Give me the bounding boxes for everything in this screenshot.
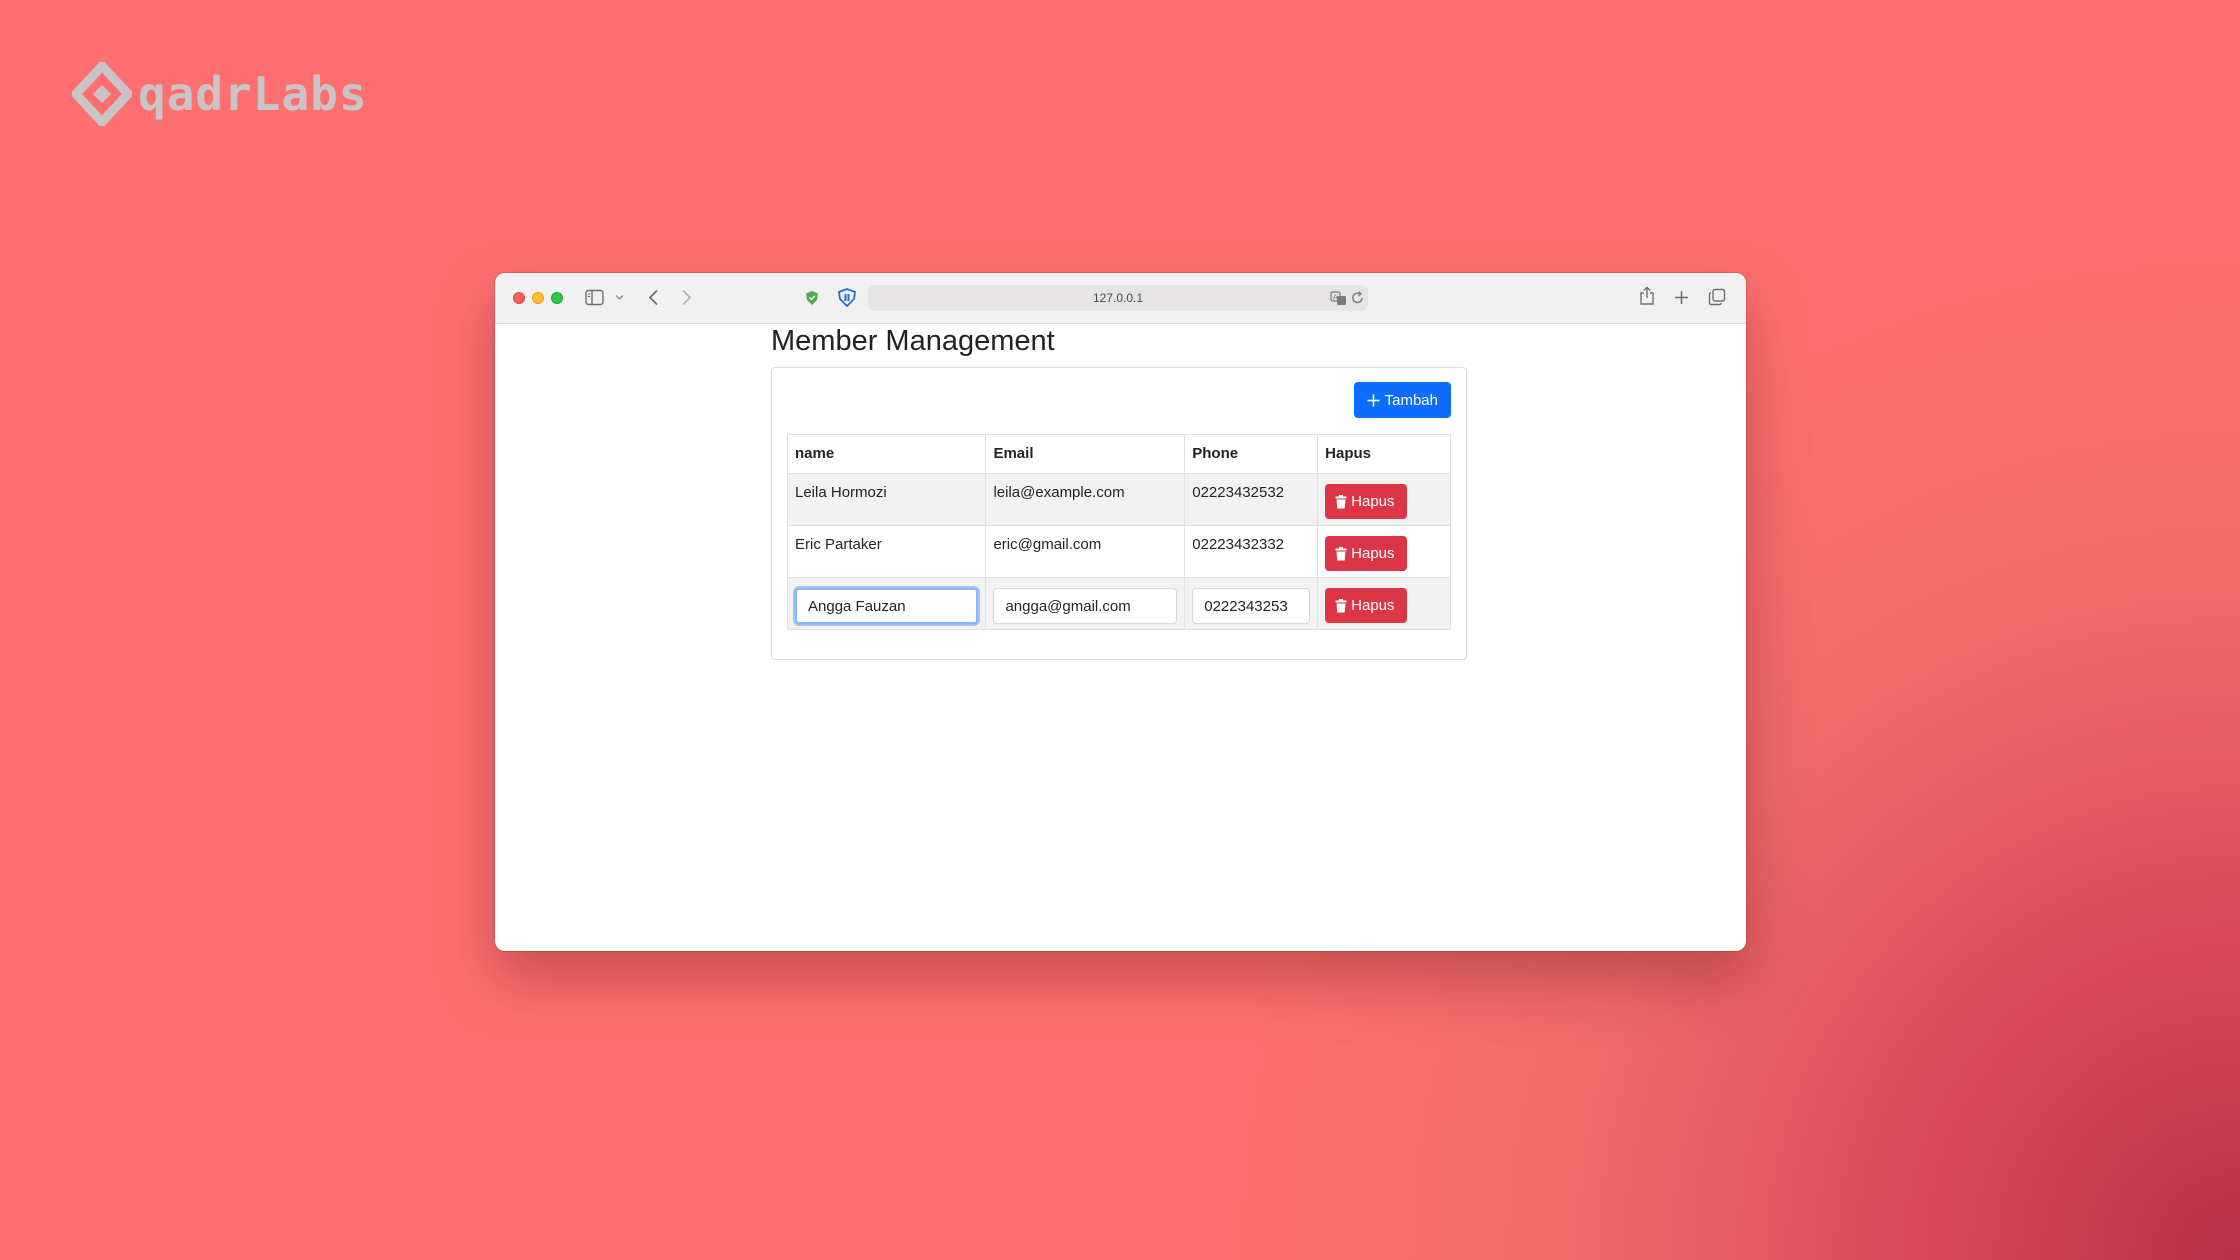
shield-icon[interactable] [805,290,819,306]
member-name: Eric Partaker [786,525,987,578]
trash-icon [1335,598,1347,612]
delete-cell: Hapus [1317,525,1451,578]
edit-phone-cell [1184,577,1319,630]
trash-icon [1335,494,1347,508]
sidebar-icon[interactable] [585,289,604,306]
brand-name: qadrLabs [138,67,368,121]
page-title: Member Management [771,325,1055,357]
members-table: name Email Phone Hapus Leila Hormozi lei… [786,434,1451,630]
delete-cell: Hapus [1317,473,1451,526]
delete-button[interactable]: Hapus [1325,536,1407,571]
member-email: leila@example.com [985,473,1186,526]
zoom-window-button[interactable] [551,292,563,304]
column-header-name: name [786,434,987,474]
add-member-label: Tambah [1384,391,1438,409]
browser-window: 127.0.0.1 A Member Management Tambah nam… [495,273,1746,951]
page-content: Member Management Tambah name Email Phon… [495,324,1746,951]
member-phone: 02223432532 [1184,473,1319,526]
share-icon[interactable] [1639,286,1655,306]
delete-cell: Hapus [1317,577,1451,630]
tab-overview-icon[interactable] [1708,288,1726,306]
member-phone: 02223432332 [1184,525,1319,578]
delete-label: Hapus [1351,545,1395,562]
delete-label: Hapus [1351,493,1395,510]
add-member-button[interactable]: Tambah [1353,382,1451,418]
translate-icon[interactable]: A [1330,290,1347,306]
delete-button[interactable]: Hapus [1325,484,1407,519]
member-card: Tambah name Email Phone Hapus Leila Horm… [771,367,1467,660]
column-header-email: Email [985,434,1186,474]
edit-email-input[interactable] [993,588,1178,624]
url-text: 127.0.0.1 [1092,291,1144,305]
minimize-window-button[interactable] [532,292,544,304]
table-row-editing: Hapus [786,577,1451,630]
delete-label: Hapus [1351,597,1395,614]
password-manager-icon[interactable] [838,288,856,307]
delete-button[interactable]: Hapus [1325,588,1407,623]
member-name: Leila Hormozi [786,473,987,526]
address-bar[interactable]: 127.0.0.1 A [868,285,1368,311]
plus-icon [1367,394,1380,406]
table-row: Leila Hormozi leila@example.com 02223432… [786,473,1451,526]
new-tab-icon[interactable] [1674,290,1689,305]
brand-logo: qadrLabs [72,62,368,126]
trash-icon [1335,546,1347,560]
table-row: Eric Partaker eric@gmail.com 02223432332… [786,525,1451,578]
edit-email-cell [985,577,1186,630]
diamond-logo-icon [72,62,132,126]
forward-arrow-icon[interactable] [681,289,692,306]
column-header-delete: Hapus [1317,434,1451,474]
edit-name-cell [786,577,987,630]
table-header-row: name Email Phone Hapus [786,434,1451,474]
reload-icon[interactable] [1351,291,1364,305]
close-window-button[interactable] [513,292,525,304]
column-header-phone: Phone [1184,434,1319,474]
back-arrow-icon[interactable] [648,289,659,306]
member-email: eric@gmail.com [985,525,1186,578]
edit-phone-input[interactable] [1192,588,1311,624]
svg-text:A: A [1333,294,1338,302]
chevron-down-icon[interactable] [615,294,624,301]
edit-name-input[interactable] [795,588,979,624]
browser-toolbar: 127.0.0.1 A [495,273,1746,324]
